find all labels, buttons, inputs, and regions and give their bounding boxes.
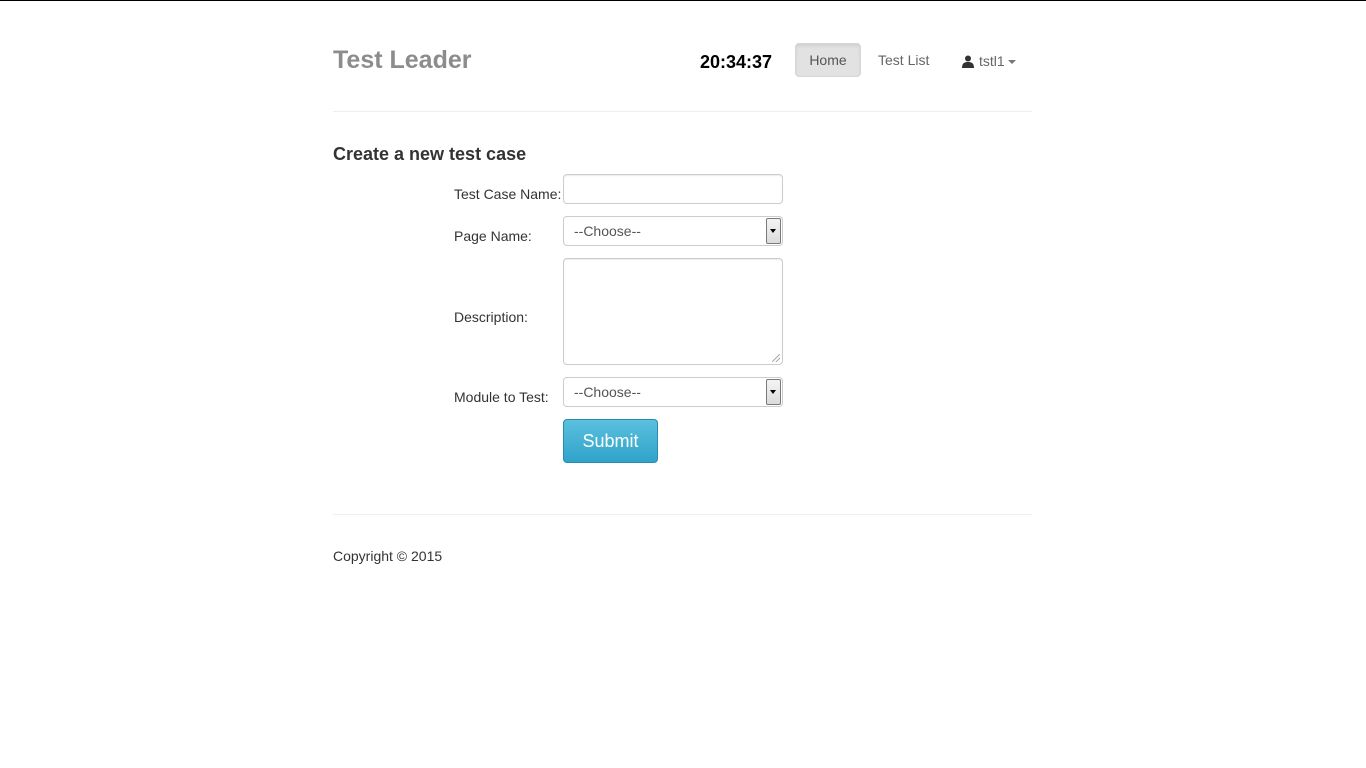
dropdown-arrow-icon[interactable] (766, 379, 781, 405)
footer-copyright: Copyright © 2015 (333, 548, 443, 564)
clock-display: 20:34:37 (700, 52, 773, 72)
nav-test-list-label: Test List (878, 52, 930, 68)
header-divider (333, 111, 1032, 112)
dropdown-arrow-icon[interactable] (766, 218, 781, 244)
resize-grip-icon[interactable] (772, 354, 780, 362)
test-case-name-input[interactable] (563, 174, 783, 204)
user-icon (962, 55, 974, 68)
top-border (0, 0, 1366, 1)
page-name-selected-value: --Choose-- (574, 223, 641, 239)
page-name-label: Page Name: (454, 228, 532, 244)
page-title: Create a new test case (333, 144, 527, 164)
description-label: Description: (454, 309, 528, 325)
page-name-select[interactable]: --Choose-- (563, 216, 783, 246)
module-selected-value: --Choose-- (574, 384, 641, 400)
submit-label: Submit (582, 431, 639, 451)
nav-test-list-tab[interactable]: Test List (878, 52, 929, 68)
nav-home-tab[interactable]: Home (795, 43, 861, 77)
test-case-name-label: Test Case Name: (454, 186, 562, 202)
brand-logo[interactable]: Test Leader (333, 46, 471, 75)
submit-button[interactable]: Submit (563, 419, 658, 463)
footer-divider (333, 514, 1032, 515)
chevron-down-icon (1007, 60, 1016, 64)
description-textarea[interactable] (563, 258, 783, 365)
user-menu-dropdown[interactable]: tstl1 (962, 53, 1016, 69)
module-label: Module to Test: (454, 389, 549, 405)
nav-home-label: Home (809, 52, 847, 68)
module-select[interactable]: --Choose-- (563, 377, 783, 407)
user-name: tstl1 (979, 53, 1005, 69)
